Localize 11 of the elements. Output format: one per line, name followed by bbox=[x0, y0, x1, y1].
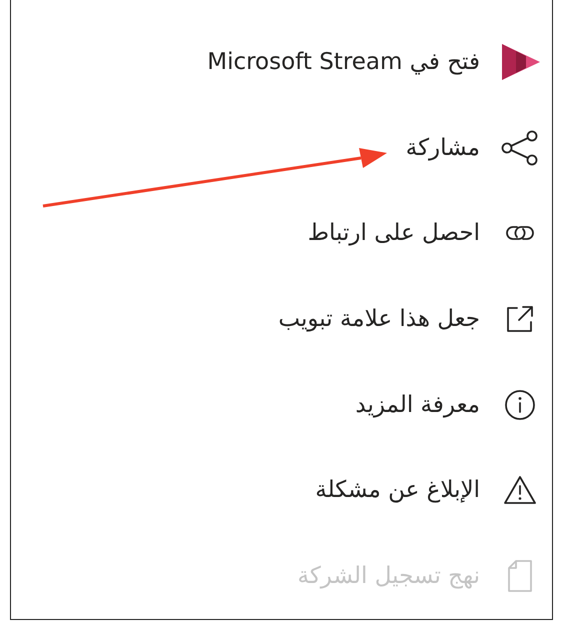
open-external-icon bbox=[505, 304, 535, 334]
document-icon bbox=[507, 559, 533, 594]
menu-item[interactable]: احصل على ارتباط bbox=[11, 190, 552, 276]
warning-icon bbox=[503, 475, 537, 506]
menu-item[interactable]: فتح في Microsoft Stream bbox=[11, 19, 552, 105]
menu-item[interactable]: الإبلاغ عن مشكلة bbox=[11, 448, 552, 534]
share-icon bbox=[500, 130, 540, 166]
menu-item[interactable]: معرفة المزيد bbox=[11, 362, 552, 448]
info-icon bbox=[504, 388, 536, 421]
menu-item[interactable]: جعل هذا علامة تبويب bbox=[11, 276, 552, 362]
menu-item[interactable]: مشاركة bbox=[11, 104, 552, 190]
